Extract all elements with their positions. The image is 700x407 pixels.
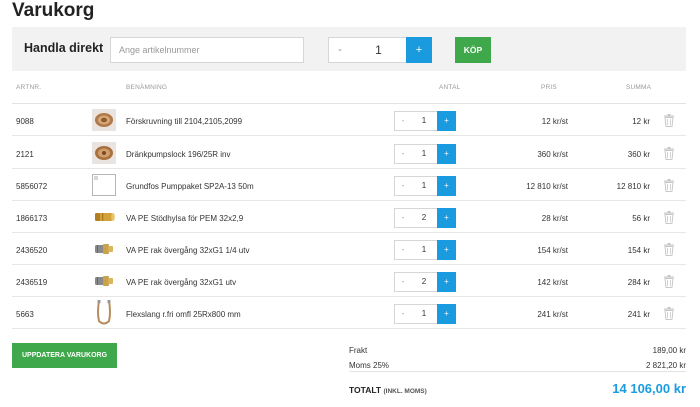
header-sum: SUMMA (626, 84, 652, 91)
flex-hose-icon (97, 300, 111, 325)
header-qty: ANTAL (439, 84, 461, 91)
row-sum: 241 kr (627, 310, 650, 319)
row-name: Grundfos Pumppaket SP2A-13 50m (126, 182, 254, 191)
quick-quantity-field[interactable]: 1 (351, 37, 406, 63)
row-price: 241 kr/st (537, 310, 568, 319)
row-artnr: 1866173 (16, 214, 48, 223)
cart-row: 2436520 VA PE rak övergång 32xG1 1/4 utv… (12, 233, 686, 265)
row-increase-button[interactable]: + (437, 304, 456, 324)
brass-sleeve-icon (95, 213, 115, 221)
trash-icon[interactable] (663, 307, 675, 320)
row-artnr: 2436520 (16, 246, 48, 255)
trash-icon[interactable] (663, 179, 675, 192)
row-increase-button[interactable]: + (437, 272, 456, 292)
trash-icon[interactable] (663, 211, 675, 224)
row-quantity-field[interactable]: 2 (411, 208, 437, 228)
vat-label: Moms 25% (349, 361, 390, 370)
row-name: VA PE rak övergång 32xG1 1/4 utv (126, 246, 250, 255)
row-name: Förskruvning till 2104,2105,2099 (126, 117, 243, 126)
article-number-input[interactable] (110, 37, 304, 63)
row-sum: 154 kr (627, 246, 650, 255)
cart-row: 5663 Flexslang r.fri omfl 25Rx800 mm - 1… (12, 297, 686, 329)
row-sum: 360 kr (627, 150, 650, 159)
cart-row: 2436519 VA PE rak övergång 32xG1 utv - 2… (12, 265, 686, 297)
row-quantity-field[interactable]: 1 (411, 304, 437, 324)
page-title: Varukorg (12, 0, 95, 21)
trash-icon[interactable] (663, 147, 675, 160)
fitting-cap-icon (92, 109, 116, 131)
quick-order-bar: Handla direkt - 1 + KÖP (12, 27, 686, 71)
row-decrease-button[interactable]: - (394, 304, 412, 324)
cart-table-header: ARTNR. BENÄMNING ANTAL PRIS SUMMA (12, 80, 686, 104)
row-price: 142 kr/st (537, 278, 568, 287)
totals-divider (349, 371, 686, 372)
header-price: PRIS (541, 84, 557, 91)
row-decrease-button[interactable]: - (394, 111, 412, 131)
row-decrease-button[interactable]: - (394, 176, 412, 196)
row-increase-button[interactable]: + (437, 240, 456, 260)
row-price: 12 810 kr/st (526, 182, 568, 191)
row-sum: 56 kr (632, 214, 650, 223)
row-price: 12 kr/st (541, 117, 568, 126)
row-price: 360 kr/st (537, 150, 568, 159)
row-quantity-field[interactable]: 2 (411, 272, 437, 292)
row-decrease-button[interactable]: - (394, 240, 412, 260)
freight-value: 189,00 kr (652, 346, 686, 355)
quick-order-label: Handla direkt (24, 41, 104, 55)
quick-decrease-button[interactable]: - (328, 37, 352, 63)
update-cart-button[interactable]: UPPDATERA VARUKORG (12, 343, 117, 368)
trash-icon[interactable] (663, 275, 675, 288)
row-sum: 12 kr (632, 117, 650, 126)
row-name: VA PE rak övergång 32xG1 utv (126, 278, 237, 287)
cart-row: 2121 Dränkpumpslock 196/25R inv - 1 + 36… (12, 137, 686, 169)
broken-image-icon (92, 174, 116, 196)
row-quantity-field[interactable]: 1 (411, 111, 437, 131)
total-label-text: TOTALT (349, 385, 382, 395)
row-artnr: 2436519 (16, 278, 48, 287)
quick-increase-button[interactable]: + (406, 37, 432, 63)
freight-label: Frakt (349, 346, 368, 355)
row-price: 28 kr/st (541, 214, 568, 223)
row-quantity-field[interactable]: 1 (411, 144, 437, 164)
row-price: 154 kr/st (537, 246, 568, 255)
row-sum: 284 kr (627, 278, 650, 287)
row-artnr: 9088 (16, 117, 34, 126)
header-name: BENÄMNING (126, 84, 168, 91)
total-label: TOTALT (INKL. MOMS) (349, 385, 427, 395)
cart-row: 1866173 VA PE Stödhylsa för PEM 32x2,9 -… (12, 201, 686, 233)
row-increase-button[interactable]: + (437, 144, 456, 164)
cart-row: 9088 Förskruvning till 2104,2105,2099 - … (12, 104, 686, 136)
trash-icon[interactable] (663, 243, 675, 256)
row-name: Dränkpumpslock 196/25R inv (126, 150, 231, 159)
pipe-coupling-icon (95, 276, 113, 286)
row-artnr: 2121 (16, 150, 34, 159)
row-sum: 12 810 kr (616, 182, 650, 191)
header-artnr: ARTNR. (16, 84, 42, 91)
trash-icon[interactable] (663, 114, 675, 127)
row-name: VA PE Stödhylsa för PEM 32x2,9 (126, 214, 244, 223)
row-decrease-button[interactable]: - (394, 272, 412, 292)
row-increase-button[interactable]: + (437, 176, 456, 196)
cart-row: 5856072 Grundfos Pumppaket SP2A-13 50m -… (12, 169, 686, 201)
row-artnr: 5663 (16, 310, 34, 319)
buy-button[interactable]: KÖP (455, 37, 491, 63)
total-vat-note: (INKL. MOMS) (383, 388, 427, 395)
total-value: 14 106,00 kr (612, 381, 686, 396)
row-decrease-button[interactable]: - (394, 208, 412, 228)
row-artnr: 5856072 (16, 182, 48, 191)
row-name: Flexslang r.fri omfl 25Rx800 mm (126, 310, 241, 319)
row-quantity-field[interactable]: 1 (411, 240, 437, 260)
pipe-coupling-icon (95, 244, 113, 254)
row-quantity-field[interactable]: 1 (411, 176, 437, 196)
vat-value: 2 821,20 kr (645, 361, 686, 370)
pump-cap-icon (92, 142, 116, 164)
row-increase-button[interactable]: + (437, 111, 456, 131)
row-increase-button[interactable]: + (437, 208, 456, 228)
row-decrease-button[interactable]: - (394, 144, 412, 164)
